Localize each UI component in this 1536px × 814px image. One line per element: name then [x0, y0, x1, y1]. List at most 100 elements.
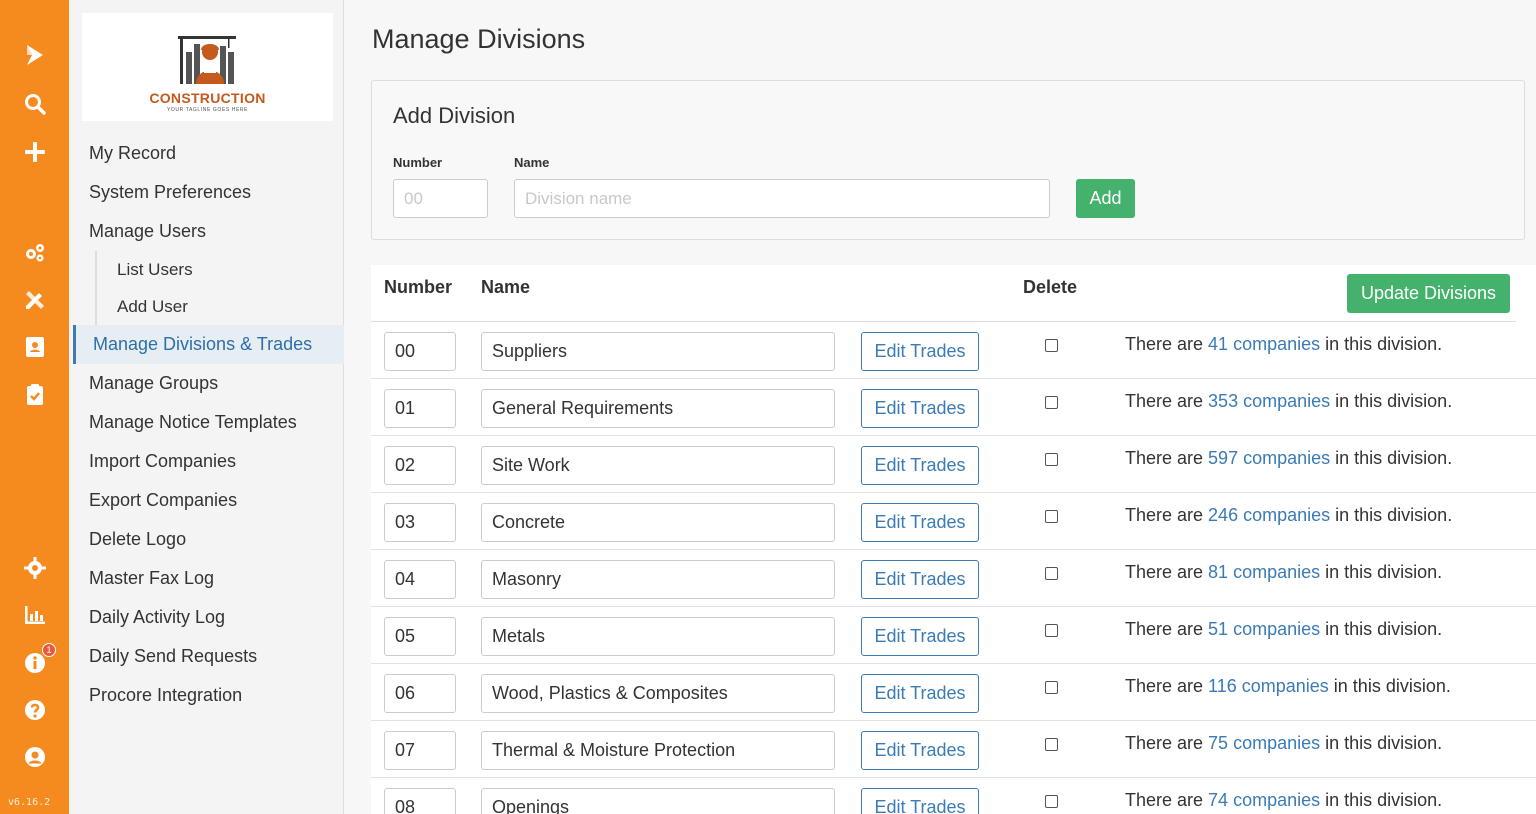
update-divisions-button[interactable]: Update Divisions [1347, 274, 1510, 313]
division-number-field[interactable] [384, 332, 456, 371]
division-number-field[interactable] [384, 788, 456, 814]
division-number-field[interactable] [384, 617, 456, 656]
companies-link[interactable]: 75 companies [1208, 733, 1320, 753]
plus-icon[interactable] [22, 139, 48, 165]
sidebar-item-system-preferences[interactable]: System Preferences [69, 173, 344, 212]
info-suffix: in this division. [1320, 334, 1443, 354]
add-division-title: Add Division [393, 103, 516, 128]
edit-trades-button[interactable]: Edit Trades [861, 560, 979, 599]
delete-checkbox[interactable] [1045, 624, 1058, 637]
search-icon[interactable] [22, 91, 48, 117]
edit-trades-button[interactable]: Edit Trades [861, 446, 979, 485]
sidebar-item-add-user[interactable]: Add User [95, 288, 344, 325]
division-number-field[interactable] [384, 389, 456, 428]
page-title: Manage Divisions [372, 24, 586, 54]
division-number-field[interactable] [384, 503, 456, 542]
division-name-field[interactable] [481, 332, 835, 371]
delete-checkbox[interactable] [1045, 567, 1058, 580]
column-header-delete: Delete [1023, 277, 1078, 297]
info-prefix: There are [1125, 334, 1209, 354]
sidebar-item-procore-integration[interactable]: Procore Integration [69, 676, 344, 715]
sidebar-nav: My Record System Preferences Manage User… [69, 134, 344, 715]
add-division-button[interactable]: Add [1076, 179, 1135, 218]
contact-card-icon[interactable] [22, 334, 48, 360]
companies-link[interactable]: 353 companies [1208, 391, 1330, 411]
edit-trades-button[interactable]: Edit Trades [861, 788, 979, 814]
help-icon[interactable] [22, 697, 48, 723]
sidebar-item-list-users[interactable]: List Users [95, 251, 344, 288]
gears-icon[interactable] [22, 240, 48, 266]
add-division-panel: Add Division Number Name Add [371, 80, 1525, 240]
edit-trades-button[interactable]: Edit Trades [861, 332, 979, 371]
bar-chart-icon[interactable] [22, 602, 48, 628]
gear-icon[interactable] [22, 555, 48, 581]
division-name-field[interactable] [481, 503, 835, 542]
companies-link[interactable]: 116 companies [1208, 676, 1329, 696]
division-name-field[interactable] [481, 560, 835, 599]
companies-link[interactable]: 597 companies [1208, 448, 1330, 468]
table-row: Edit Trades There are 116 companies in th… [371, 664, 1536, 721]
companies-link[interactable]: 81 companies [1208, 562, 1320, 582]
delete-checkbox[interactable] [1045, 510, 1058, 523]
division-company-count: There are 353 companies in this division… [1125, 391, 1452, 412]
division-company-count: There are 246 companies in this division… [1125, 505, 1452, 526]
name-label: Name [514, 155, 550, 170]
division-name-field[interactable] [481, 788, 835, 814]
delete-checkbox[interactable] [1045, 453, 1058, 466]
companies-link[interactable]: 41 companies [1208, 334, 1320, 354]
edit-trades-button[interactable]: Edit Trades [861, 503, 979, 542]
edit-trades-button[interactable]: Edit Trades [861, 674, 979, 713]
delete-checkbox[interactable] [1045, 738, 1058, 751]
sidebar-item-delete-logo[interactable]: Delete Logo [69, 520, 344, 559]
app-rail: 1 v6.16.2 [0, 0, 69, 814]
admin-sidebar: CONSTRUCTION YOUR TAGLINE GOES HERE My R… [69, 0, 344, 814]
division-number-field[interactable] [384, 446, 456, 485]
edit-trades-button[interactable]: Edit Trades [861, 617, 979, 656]
companies-link[interactable]: 246 companies [1208, 505, 1330, 525]
companies-link[interactable]: 51 companies [1208, 619, 1320, 639]
logo-tagline: YOUR TAGLINE GOES HERE [166, 106, 249, 113]
sidebar-item-manage-users[interactable]: Manage Users [69, 212, 344, 251]
info-suffix: in this division. [1328, 676, 1451, 696]
division-number-field[interactable] [384, 731, 456, 770]
sidebar-item-export-companies[interactable]: Export Companies [69, 481, 344, 520]
division-name-field[interactable] [481, 731, 835, 770]
delete-checkbox[interactable] [1045, 681, 1058, 694]
clipboard-check-icon[interactable] [22, 382, 48, 408]
pencil-ruler-icon[interactable] [22, 287, 48, 313]
division-number-field[interactable] [384, 674, 456, 713]
table-row: Edit Trades There are 81 companies in thi… [371, 550, 1536, 607]
division-number-input[interactable] [393, 179, 488, 218]
division-name-field[interactable] [481, 389, 835, 428]
logo-name: CONSTRUCTION [149, 89, 266, 106]
sidebar-item-daily-send-requests[interactable]: Daily Send Requests [69, 637, 344, 676]
edit-trades-button[interactable]: Edit Trades [861, 731, 979, 770]
user-icon[interactable] [22, 744, 48, 770]
sidebar-item-import-companies[interactable]: Import Companies [69, 442, 344, 481]
sidebar-item-manage-groups[interactable]: Manage Groups [69, 364, 344, 403]
column-header-name: Name [481, 277, 531, 297]
sidebar-item-my-record[interactable]: My Record [69, 134, 344, 173]
division-name-field[interactable] [481, 446, 835, 485]
info-prefix: There are [1125, 619, 1209, 639]
table-row: Edit Trades There are 51 companies in thi… [371, 607, 1536, 664]
sidebar-item-manage-divisions-trades[interactable]: Manage Divisions & Trades [73, 325, 344, 364]
delete-checkbox[interactable] [1045, 795, 1058, 808]
division-name-field[interactable] [481, 617, 835, 656]
sidebar-item-master-fax-log[interactable]: Master Fax Log [69, 559, 344, 598]
sidebar-item-manage-notice-templates[interactable]: Manage Notice Templates [69, 403, 344, 442]
sidebar-item-daily-activity-log[interactable]: Daily Activity Log [69, 598, 344, 637]
info-prefix: There are [1125, 448, 1209, 468]
edit-trades-button[interactable]: Edit Trades [861, 389, 979, 428]
main-content: Manage Divisions Add Division Number Nam… [344, 0, 1536, 814]
companies-link[interactable]: 74 companies [1208, 790, 1320, 810]
table-row: Edit Trades There are 246 companies in th… [371, 493, 1536, 550]
division-number-field[interactable] [384, 560, 456, 599]
play-logo-icon[interactable] [22, 42, 48, 68]
division-name-field[interactable] [481, 674, 835, 713]
division-name-input[interactable] [514, 179, 1050, 218]
table-row: Edit Trades There are 41 companies in thi… [371, 322, 1536, 379]
delete-checkbox[interactable] [1045, 339, 1058, 352]
delete-checkbox[interactable] [1045, 396, 1058, 409]
division-company-count: There are 74 companies in this division. [1125, 790, 1442, 811]
